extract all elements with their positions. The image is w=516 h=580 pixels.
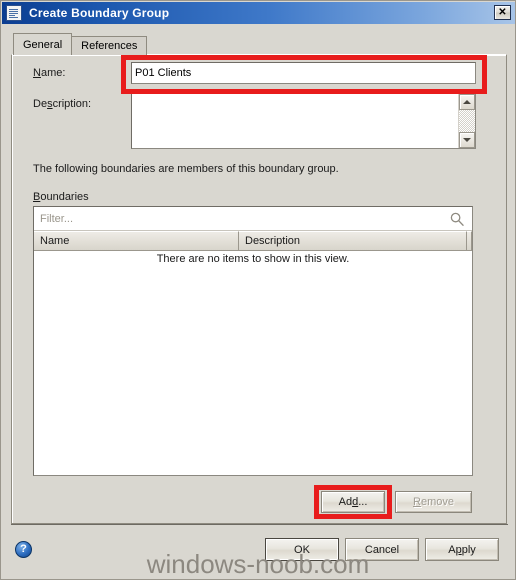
description-label: Description: — [33, 98, 91, 110]
ok-button[interactable]: OK — [265, 538, 339, 561]
column-header-name[interactable]: Name — [34, 231, 239, 251]
column-header-filler — [467, 231, 472, 251]
tab-general[interactable]: General — [13, 33, 73, 55]
empty-list-message: There are no items to show in this view. — [156, 253, 350, 265]
add-button[interactable]: Ad d... — [321, 491, 385, 513]
apply-button-post: ply — [461, 543, 476, 556]
name-label-rest: ame: — [40, 67, 66, 79]
remove-button: Remove — [395, 491, 472, 513]
tab-general-label: General — [23, 38, 63, 51]
tab-references[interactable]: References — [71, 36, 148, 55]
tab-strip: General References — [13, 33, 148, 55]
description-label-pre: De — [33, 98, 48, 110]
filter-input[interactable] — [40, 212, 430, 225]
description-scrollbar[interactable] — [458, 94, 475, 148]
dialog-bottom-strip — [2, 574, 514, 578]
apply-button-pre: A — [448, 543, 456, 556]
description-textarea[interactable] — [131, 93, 476, 149]
boundaries-group-label: Boundaries — [33, 191, 89, 203]
boundaries-list-view: Name Description There are no items to s… — [33, 206, 473, 476]
apply-button[interactable]: Ap ply — [425, 538, 499, 561]
cancel-button-label: Cancel — [364, 543, 400, 556]
name-label: Name: — [33, 67, 65, 79]
cancel-button[interactable]: Cancel — [345, 538, 419, 561]
search-icon[interactable] — [450, 212, 464, 226]
filter-row — [34, 207, 472, 231]
create-boundary-group-dialog: Create Boundary Group ✕ General Referenc… — [0, 0, 516, 580]
close-icon[interactable]: ✕ — [494, 5, 511, 20]
ok-button-label: OK — [294, 543, 310, 556]
column-header-description[interactable]: Description — [239, 231, 467, 251]
name-label-accel: N — [33, 67, 41, 79]
list-header-row: Name Description — [34, 231, 472, 251]
boundaries-label-rest: oundaries — [40, 191, 89, 203]
remove-button-rest: emove — [420, 496, 454, 508]
window-title: Create Boundary Group — [29, 6, 170, 20]
remove-button-accel: R — [413, 496, 421, 508]
title-bar: Create Boundary Group ✕ — [2, 2, 515, 24]
name-input[interactable]: P01 Clients — [131, 62, 476, 84]
add-button-post: ... — [358, 496, 368, 508]
add-button-pre: Ad — [338, 496, 353, 508]
boundaries-info-text: The following boundaries are members of … — [33, 163, 339, 175]
scroll-down-arrow-icon[interactable] — [459, 132, 475, 148]
description-label-rest: cription: — [52, 98, 92, 110]
help-question-icon[interactable]: ? — [15, 541, 32, 558]
tab-references-label: References — [81, 40, 138, 52]
window-document-icon — [6, 5, 22, 21]
scroll-up-arrow-icon[interactable] — [459, 94, 475, 110]
name-input-value: P01 Clients — [135, 67, 192, 79]
